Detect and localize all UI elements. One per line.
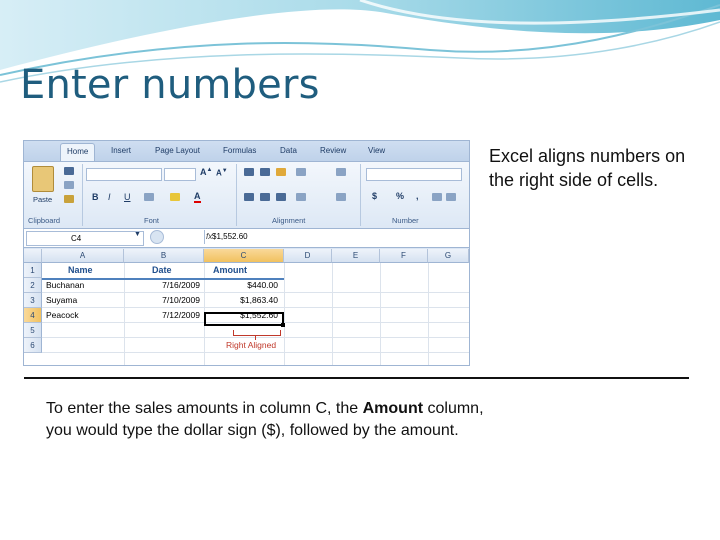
select-all-corner[interactable]: [24, 249, 42, 263]
column-header-f[interactable]: F: [380, 249, 428, 263]
align-right-icon[interactable]: [276, 193, 286, 201]
gridline: [332, 263, 333, 365]
formula-cancel-icon[interactable]: [150, 230, 164, 244]
row-header-5[interactable]: 5: [24, 323, 42, 338]
cell-date[interactable]: 7/10/2009: [124, 293, 200, 308]
cell-amount[interactable]: $1,863.40: [204, 293, 278, 308]
row-header-1[interactable]: 1: [24, 263, 42, 278]
gridline: [284, 263, 285, 365]
comma-format-button[interactable]: ,: [416, 191, 419, 201]
gridline: [380, 263, 381, 365]
format-painter-icon[interactable]: [64, 195, 74, 203]
group-label-alignment: Alignment: [272, 216, 306, 225]
decrease-decimal-icon[interactable]: [446, 193, 456, 201]
number-format-dropdown[interactable]: [366, 168, 462, 181]
active-cell-border: [204, 312, 284, 326]
column-header-a[interactable]: A: [42, 249, 124, 263]
percent-format-button[interactable]: %: [396, 191, 404, 201]
column-header-e[interactable]: E: [332, 249, 380, 263]
divider: [204, 230, 205, 244]
indent-icon[interactable]: [296, 193, 306, 201]
underline-button[interactable]: U: [124, 192, 131, 202]
borders-icon[interactable]: [144, 193, 154, 201]
font-color-icon[interactable]: A: [194, 191, 201, 203]
cell-name[interactable]: Buchanan: [46, 278, 84, 293]
row-header-3[interactable]: 3: [24, 293, 42, 308]
copy-icon[interactable]: [64, 181, 74, 189]
row-header-6[interactable]: 6: [24, 338, 42, 353]
tab-data[interactable]: Data: [280, 146, 297, 155]
column-header-b[interactable]: B: [124, 249, 204, 263]
group-separator: [82, 164, 83, 226]
align-top-icon[interactable]: [244, 168, 254, 176]
increase-decimal-icon[interactable]: [432, 193, 442, 201]
font-name-dropdown[interactable]: [86, 168, 162, 181]
header-cell-date[interactable]: Date: [152, 263, 172, 278]
column-header-c[interactable]: C: [204, 249, 284, 263]
paste-icon[interactable]: [32, 166, 54, 192]
fill-handle[interactable]: [281, 323, 285, 327]
right-aligned-annotation: Right Aligned: [226, 340, 277, 350]
side-note: Excel aligns numbers on the right side o…: [489, 146, 686, 190]
group-label-font: Font: [144, 216, 160, 225]
cell-date[interactable]: 7/16/2009: [124, 278, 200, 293]
shrink-font-icon[interactable]: A▼: [216, 168, 228, 178]
fill-color-icon[interactable]: [170, 193, 180, 201]
align-center-icon[interactable]: [260, 193, 270, 201]
formula-bar: C4 ▼ fx $1,552.60: [24, 229, 469, 248]
group-label-number: Number: [392, 216, 419, 225]
grow-font-icon[interactable]: A▲: [200, 167, 212, 177]
formula-value[interactable]: $1,552.60: [212, 232, 248, 241]
excel-screenshot: Home Insert Page Layout Formulas Data Re…: [23, 140, 470, 366]
tab-home[interactable]: Home: [60, 143, 96, 161]
chevron-down-icon[interactable]: ▼: [134, 231, 141, 238]
paste-label: Paste: [33, 195, 53, 204]
ribbon: Paste A▲ A▼ B I U A $ % , Clipboard Font…: [24, 161, 469, 229]
caption-text-start: To enter the sales amounts in column C, …: [46, 400, 363, 417]
tab-view[interactable]: View: [368, 146, 385, 155]
merge-center-icon[interactable]: [336, 193, 346, 201]
align-bottom-icon[interactable]: [276, 168, 286, 176]
group-separator: [236, 164, 237, 226]
bold-button[interactable]: B: [92, 192, 99, 202]
header-cell-amount[interactable]: Amount: [213, 263, 247, 278]
caption-bold-amount: Amount: [362, 400, 424, 417]
slide-title: Enter numbers: [20, 62, 320, 108]
italic-button[interactable]: I: [108, 192, 111, 202]
group-label-clipboard: Clipboard: [28, 216, 61, 225]
wrap-text-icon[interactable]: [336, 168, 346, 176]
row-header-4[interactable]: 4: [24, 308, 42, 323]
row-header-2[interactable]: 2: [24, 278, 42, 293]
cell-name[interactable]: Peacock: [46, 308, 79, 323]
currency-format-button[interactable]: $: [372, 191, 377, 201]
column-header-d[interactable]: D: [284, 249, 332, 263]
ribbon-tabs: Home Insert Page Layout Formulas Data Re…: [24, 141, 469, 161]
right-aligned-bracket: [233, 330, 281, 336]
column-header-g[interactable]: G: [428, 249, 469, 263]
header-cell-name[interactable]: Name: [68, 263, 93, 278]
align-left-icon[interactable]: [244, 193, 254, 201]
cell-name[interactable]: Suyama: [46, 293, 77, 308]
gridline: [428, 263, 429, 365]
cut-icon[interactable]: [64, 167, 74, 175]
orientation-icon[interactable]: [296, 168, 306, 176]
name-box[interactable]: C4: [26, 231, 144, 246]
align-middle-icon[interactable]: [260, 168, 270, 176]
tab-review[interactable]: Review: [320, 146, 346, 155]
cell-date[interactable]: 7/12/2009: [124, 308, 200, 323]
tab-page-layout[interactable]: Page Layout: [155, 146, 200, 155]
group-separator: [360, 164, 361, 226]
horizontal-rule: [24, 377, 689, 379]
gridline: [42, 352, 469, 353]
font-size-dropdown[interactable]: [164, 168, 196, 181]
tab-insert[interactable]: Insert: [111, 146, 131, 155]
cell-amount[interactable]: $440.00: [204, 278, 278, 293]
tab-formulas[interactable]: Formulas: [223, 146, 256, 155]
caption: To enter the sales amounts in column C, …: [46, 398, 496, 441]
